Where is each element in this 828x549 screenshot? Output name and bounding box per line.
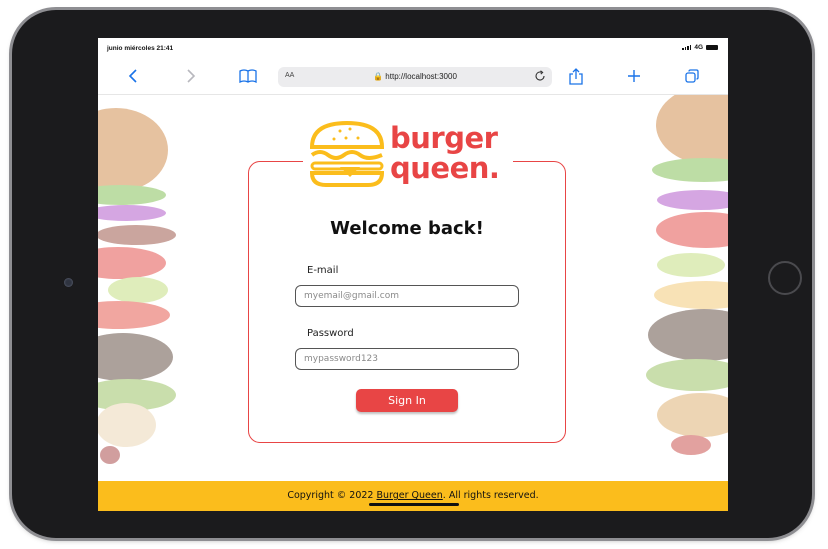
back-icon[interactable] — [124, 67, 142, 85]
brand-line-2: queen. — [390, 151, 500, 185]
burger-logo-icon — [309, 120, 385, 187]
network-label: 4G — [694, 44, 703, 51]
camera-icon — [64, 278, 73, 287]
forward-icon[interactable] — [182, 67, 200, 85]
brand-name: burger queen. — [390, 121, 500, 185]
password-label: Password — [307, 328, 354, 339]
email-label: E-mail — [307, 265, 339, 276]
status-time: junio miércoles 21:41 — [107, 45, 174, 52]
screen: junio miércoles 21:41 4G AA 🔒 http://loc… — [98, 38, 728, 511]
signal-icon — [682, 45, 692, 50]
tabs-icon[interactable] — [683, 67, 701, 85]
url-text: 🔒 http://localhost:3000 — [373, 72, 457, 81]
page-content: burger queen. Welcome back! E-mail Passw… — [98, 95, 728, 481]
sign-in-button[interactable]: Sign In — [356, 389, 458, 412]
home-indicator — [369, 503, 459, 506]
page-title: Welcome back! — [330, 218, 484, 239]
status-bar: junio miércoles 21:41 4G — [98, 38, 728, 58]
new-tab-icon[interactable] — [625, 67, 643, 85]
footer: Copyright © 2022 Burger Queen. All right… — [98, 481, 728, 511]
status-indicators: 4G — [682, 44, 718, 51]
burger-decoration-right — [646, 95, 728, 455]
footer-copyright-prefix: Copyright © 2022 — [287, 490, 377, 501]
address-bar[interactable]: AA 🔒 http://localhost:3000 — [278, 67, 552, 87]
burger-decoration-left — [98, 108, 176, 464]
footer-copyright-suffix: . All rights reserved. — [442, 490, 539, 501]
brand-line-1: burger — [390, 121, 498, 155]
battery-icon — [706, 45, 718, 50]
burger-queen-logo: burger queen. — [308, 117, 508, 189]
lock-icon: 🔒 — [373, 72, 384, 81]
footer-brand-link[interactable]: Burger Queen — [376, 490, 442, 501]
password-field[interactable] — [295, 348, 519, 370]
share-icon[interactable] — [567, 67, 585, 85]
home-button[interactable] — [768, 261, 802, 295]
bookmarks-icon[interactable] — [239, 67, 257, 85]
reload-icon[interactable] — [534, 70, 546, 84]
email-field[interactable] — [295, 285, 519, 307]
browser-toolbar: AA 🔒 http://localhost:3000 — [98, 58, 728, 95]
